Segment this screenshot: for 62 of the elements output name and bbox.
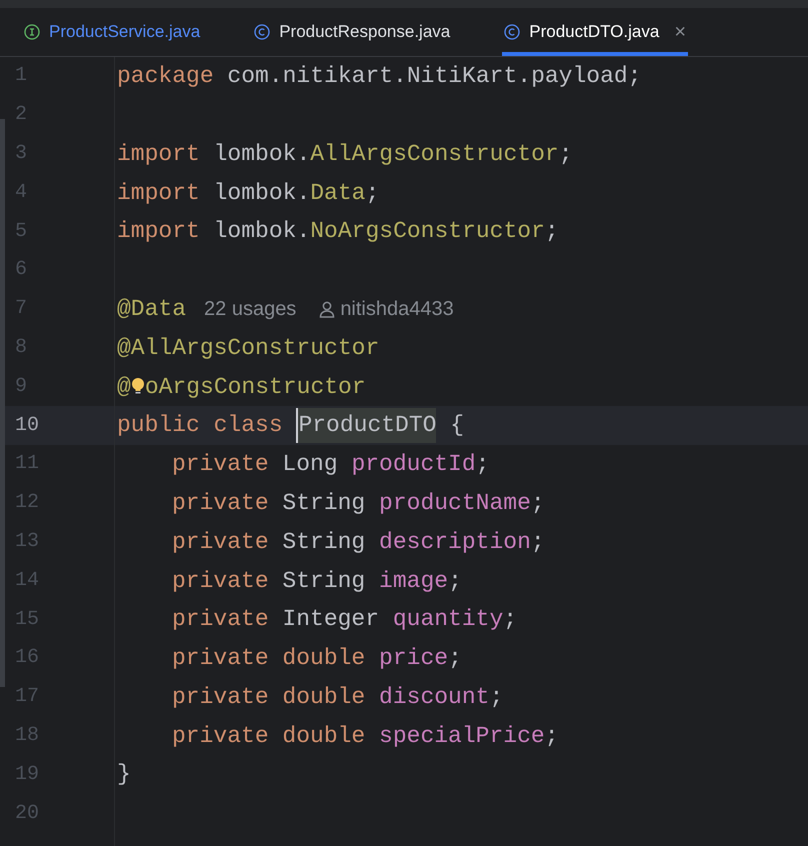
code-text: ; bbox=[489, 682, 504, 712]
code-annotation: oArgsConstructor bbox=[144, 372, 366, 402]
code-annotation: @ bbox=[117, 372, 131, 402]
code-text: lombok. bbox=[214, 140, 310, 169]
code-text: } bbox=[117, 760, 131, 790]
code-annotation: Data bbox=[310, 178, 366, 208]
code-text: com.nitikart.NitiKart.payload; bbox=[227, 62, 642, 92]
code-text: Integer bbox=[282, 605, 380, 634]
code-field-name: description bbox=[379, 528, 531, 557]
code-keyword: import bbox=[117, 178, 201, 208]
code-field-name: price bbox=[379, 644, 448, 674]
code-text: String bbox=[282, 528, 366, 557]
code-keyword: private double bbox=[172, 644, 366, 674]
code-keyword: private double bbox=[172, 722, 366, 751]
editor-tab[interactable]: ProductResponse.java bbox=[252, 8, 452, 56]
code-annotation: AllArgsConstructor bbox=[310, 140, 559, 169]
code-text: String bbox=[282, 566, 366, 596]
code-annotation: @Data bbox=[117, 294, 186, 324]
code-text: ; bbox=[530, 528, 545, 557]
code-keyword: package bbox=[117, 62, 215, 92]
code-keyword: private bbox=[172, 488, 270, 518]
code-text: ; bbox=[558, 140, 573, 169]
code-keyword: private double bbox=[172, 682, 366, 712]
code-text: ; bbox=[544, 217, 559, 246]
interface-icon bbox=[24, 24, 40, 40]
code-keyword: import bbox=[117, 217, 201, 246]
code-keyword: public class bbox=[117, 411, 284, 440]
code-text: Long bbox=[282, 450, 339, 480]
code-keyword: private bbox=[172, 566, 270, 596]
code-text: String bbox=[282, 488, 366, 518]
highlighted-class-name: ProductDTO bbox=[296, 408, 436, 443]
person-icon bbox=[318, 300, 336, 318]
close-tab-icon[interactable]: × bbox=[674, 17, 686, 47]
class-icon bbox=[254, 24, 270, 40]
code-text: ; bbox=[476, 450, 490, 480]
code-keyword: private bbox=[172, 450, 270, 480]
author-hint[interactable]: nitishda4433 bbox=[340, 294, 454, 324]
code-text: lombok. bbox=[214, 178, 310, 208]
code-text: ; bbox=[503, 605, 518, 634]
code-annotation: NoArgsConstructor bbox=[310, 217, 545, 246]
code-field-name: specialPrice bbox=[379, 722, 545, 751]
code-text: ; bbox=[365, 178, 380, 208]
code-field-name: quantity bbox=[392, 605, 504, 634]
code-text: ; bbox=[530, 488, 545, 518]
usages-hint[interactable]: 22 usages bbox=[204, 294, 296, 324]
editor-tab[interactable]: ProductService.java bbox=[22, 8, 202, 56]
code-keyword: private bbox=[172, 528, 270, 557]
code-field-name: productId bbox=[351, 450, 476, 480]
editor-tab[interactable]: ProductDTO.java × bbox=[502, 8, 688, 56]
code-annotation: @AllArgsConstructor bbox=[117, 334, 380, 363]
code-text: ; bbox=[448, 566, 462, 596]
code-field-name: image bbox=[379, 566, 448, 596]
code-text: lombok. bbox=[214, 217, 310, 246]
code-field-name: discount bbox=[379, 682, 490, 712]
code-text: ; bbox=[448, 644, 462, 674]
code-keyword: import bbox=[117, 140, 201, 169]
line-number: 10 bbox=[15, 412, 40, 439]
code-text: { bbox=[449, 411, 464, 440]
class-icon bbox=[504, 24, 520, 40]
code-keyword: private bbox=[172, 605, 270, 634]
code-text: ; bbox=[544, 722, 558, 751]
code-field-name: productName bbox=[379, 488, 531, 518]
